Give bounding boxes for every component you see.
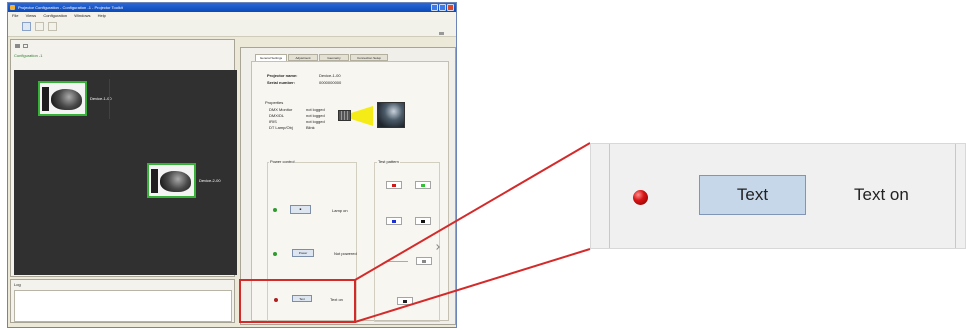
callout-highlight-box [239, 279, 356, 323]
zoom-text-on-label: Text on [854, 185, 909, 204]
panel-edge-left [609, 144, 610, 248]
status-indicator-icon [633, 190, 648, 205]
zoom-callout-panel: Text Text on [590, 143, 966, 249]
zoom-text-button[interactable]: Text [699, 175, 806, 215]
panel-edge-right [955, 144, 956, 248]
